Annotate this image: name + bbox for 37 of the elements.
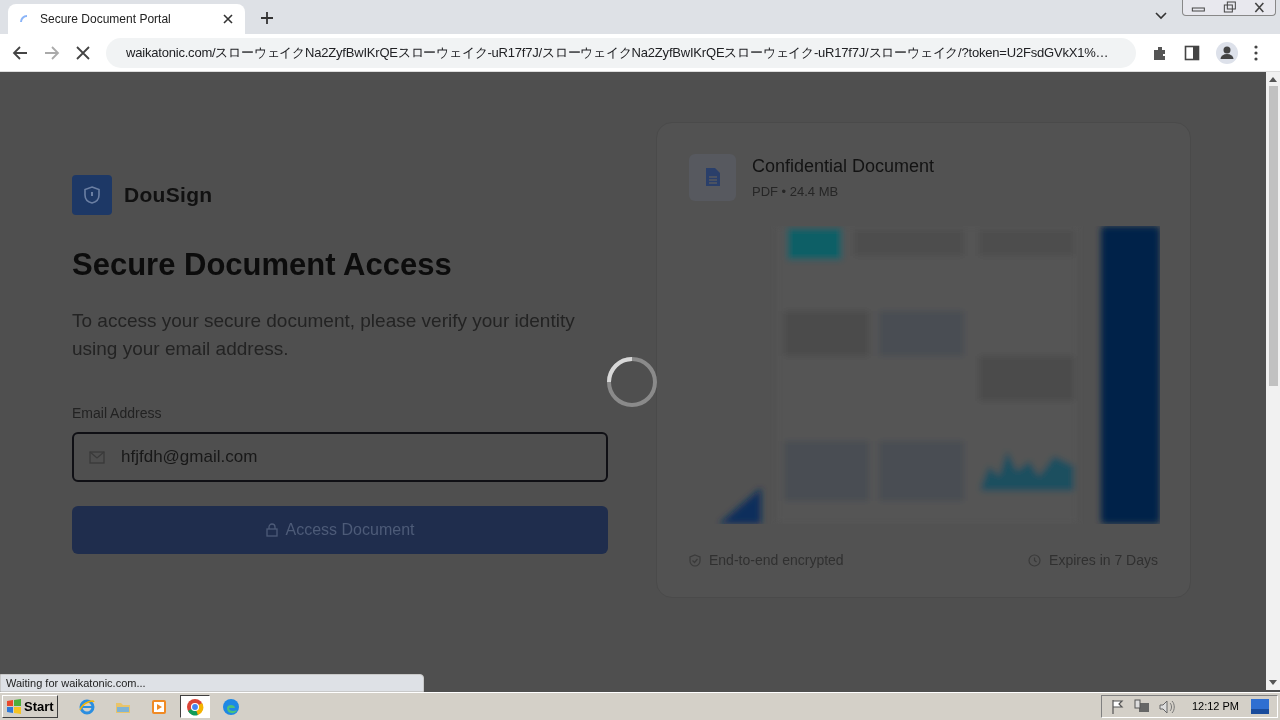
tab-title: Secure Document Portal [40, 11, 172, 28]
chevron-down-icon[interactable] [1155, 12, 1167, 20]
address-bar[interactable]: waikatonic.com/スローウェイクNa2ZyfBwIKrQEスローウェイク-uR17f7J/スローウェイクNa2ZyfBwIKrQEスローウェイク-uR17f7J/スローウェイク/?token=U2FsdGVkX1%… [106, 37, 1136, 68]
speaker-icon[interactable] [1157, 698, 1176, 715]
scroll-up-icon[interactable] [1269, 76, 1277, 82]
internet-explorer-icon [77, 697, 96, 716]
document-icon [689, 153, 736, 201]
url-text: waikatonic.com/スローウェイクNa2ZyfBwIKrQEスローウェイク-uR17f7J/スローウェイクNa2ZyfBwIKrQEスローウェイク-uR17f7J/スローウェイク/?token=U2FsdGVkX1%… [126, 43, 1109, 62]
clock-icon [1028, 553, 1042, 567]
windows-logo-icon [6, 699, 22, 714]
profile-icon[interactable] [1216, 41, 1238, 64]
stop-icon[interactable] [76, 45, 90, 60]
puzzle-icon[interactable] [1152, 44, 1168, 61]
close-icon[interactable] [223, 14, 233, 24]
network-icon[interactable] [1133, 698, 1150, 715]
edge-icon [221, 697, 240, 716]
document-title: Confidential Document [752, 155, 935, 178]
side-panel-icon[interactable] [1184, 44, 1200, 61]
logo-icon [72, 175, 112, 215]
flag-icon[interactable] [1109, 698, 1126, 715]
back-icon[interactable] [12, 44, 28, 61]
browser-tab[interactable]: Secure Document Portal [8, 4, 245, 34]
new-tab-icon[interactable] [261, 12, 273, 24]
lock-icon [265, 522, 278, 537]
scrollbar[interactable] [1266, 72, 1280, 690]
clock-text: 12:12 PM [1191, 699, 1239, 715]
media-player-icon [149, 697, 168, 716]
menu-icon[interactable] [1254, 44, 1258, 61]
status-bubble: Waiting for waikatonic.com... [0, 674, 424, 692]
start-button[interactable]: Start [2, 695, 58, 718]
taskbar-app-button[interactable] [179, 695, 210, 718]
shield-check-icon [689, 553, 701, 567]
brand-name: DouSign [124, 182, 213, 209]
loading-spinner-icon [606, 356, 658, 408]
chrome-icon [185, 697, 204, 716]
scroll-down-icon[interactable] [1269, 680, 1277, 686]
page-heading: Secure Document Access [72, 246, 453, 284]
